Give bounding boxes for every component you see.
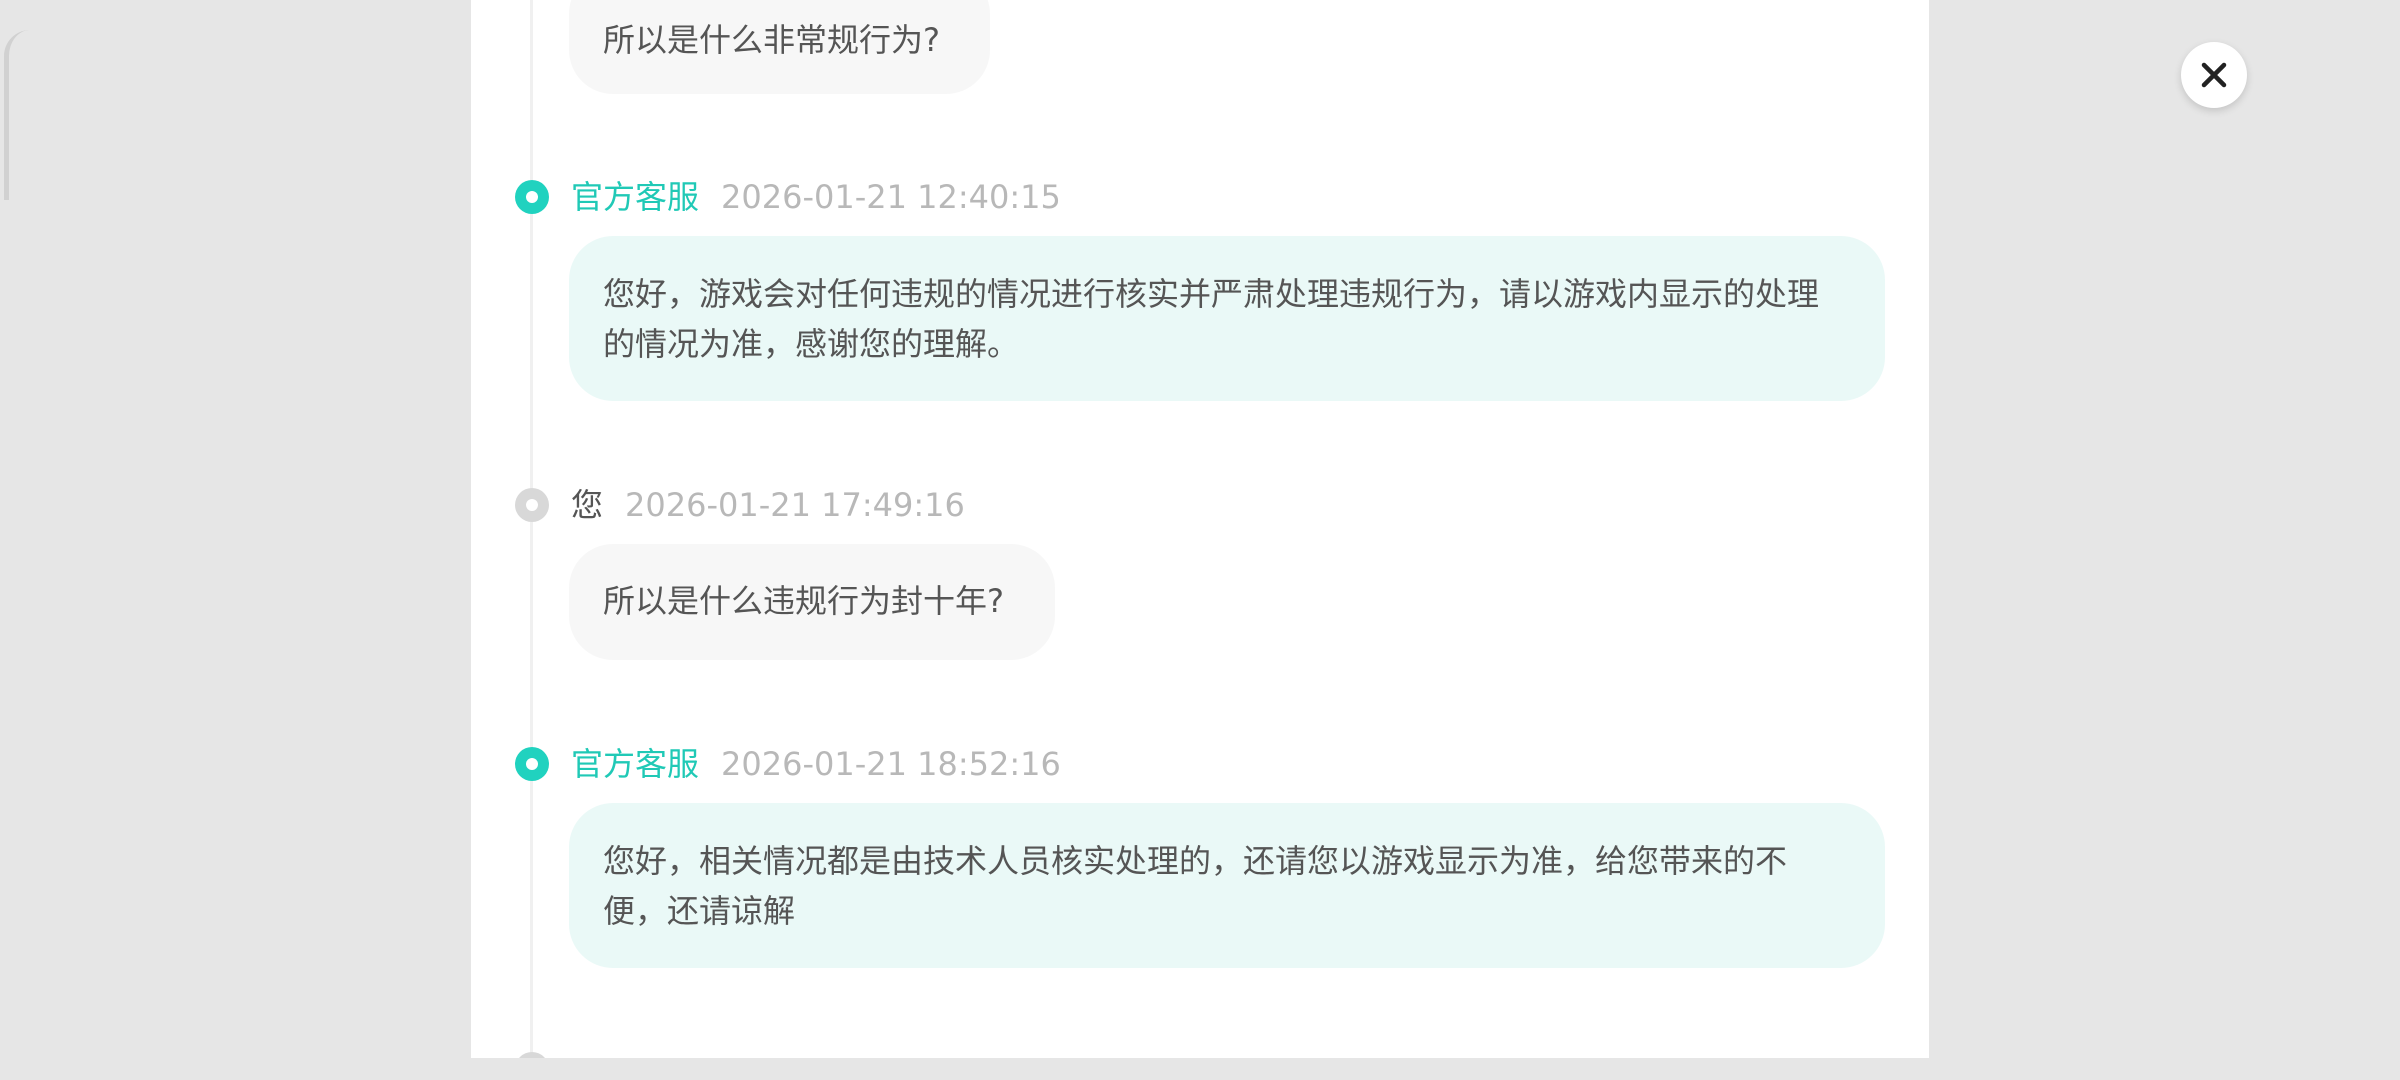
timeline-line [530,0,533,1058]
message-header: 官方客服 2026-01-21 18:52:16 [571,744,1061,784]
message-text-line: 您好，游戏会对任何违规的情况进行核实并严肃处理违规行为，请以游戏内显示的处理 [603,275,1820,313]
timeline-dot-user [515,488,549,522]
message-text: 所以是什么违规行为封十年? [603,582,1004,620]
message-text-line: 您好，相关情况都是由技术人员核实处理的，还请您以游戏显示为准，给您带来的不 [603,842,1788,880]
agent-message-bubble: 您好，游戏会对任何违规的情况进行核实并严肃处理违规行为，请以游戏内显示的处理 的… [569,236,1885,401]
message-header: 官方客服 2026-01-21 12:40:15 [571,177,1061,217]
message-text-line: 便，还请谅解 [603,892,796,930]
chat-history-panel[interactable]: 所以是什么非常规行为? 官方客服 2026-01-21 12:40:15 您好，游… [471,0,1929,1058]
sender-name: 您 [571,486,604,524]
message-header: 您 2026-01-21 17:49:16 [571,485,965,525]
user-message-bubble: 所以是什么非常规行为? [569,0,990,94]
message-text: 所以是什么非常规行为? [603,21,940,59]
close-icon [2201,62,2227,88]
background-edge-decoration [4,30,33,200]
message-text-line: 的情况为准，感谢您的理解。 [603,325,1020,363]
message-timestamp: 2026-01-21 12:40:15 [721,178,1061,216]
agent-message-bubble: 您好，相关情况都是由技术人员核实处理的，还请您以游戏显示为准，给您带来的不 便，… [569,803,1885,968]
user-message-bubble: 所以是什么违规行为封十年? [569,544,1055,660]
timeline-dot-user [515,1052,549,1058]
timeline-dot-agent [515,747,549,781]
message-timestamp: 2026-01-21 17:49:16 [625,486,965,524]
sender-name: 官方客服 [571,178,700,216]
sender-name: 官方客服 [571,745,700,783]
message-timestamp: 2026-01-21 18:52:16 [721,745,1061,783]
timeline-dot-agent [515,180,549,214]
close-button[interactable] [2181,42,2247,108]
